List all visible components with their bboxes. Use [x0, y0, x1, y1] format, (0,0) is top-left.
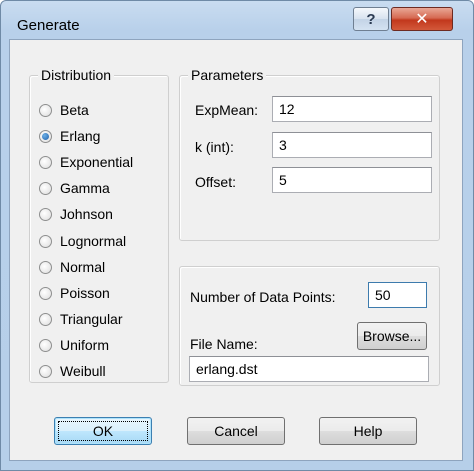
distribution-group-label: Distribution	[38, 67, 115, 83]
radio-button[interactable]	[39, 286, 52, 300]
radio-button[interactable]	[39, 234, 52, 248]
question-mark-icon: ?	[366, 10, 376, 28]
expmean-input[interactable]	[272, 96, 432, 122]
radio-erlang[interactable]: Erlang	[39, 126, 100, 146]
radio-button[interactable]	[39, 364, 52, 378]
expmean-label: ExpMean:	[195, 102, 259, 118]
radio-exponential[interactable]: Exponential	[39, 152, 133, 172]
radio-label: Gamma	[60, 180, 110, 196]
help-button-label: Help	[353, 423, 383, 439]
radio-normal[interactable]: Normal	[39, 257, 105, 277]
dialog-body: Distribution Beta Erlang Exponential Gam…	[9, 39, 463, 461]
num-data-points-label: Number of Data Points:	[190, 289, 336, 305]
file-name-label: File Name:	[190, 336, 258, 352]
focus-rectangle	[58, 421, 148, 441]
radio-triangular[interactable]: Triangular	[39, 309, 123, 329]
radio-label: Uniform	[60, 337, 110, 353]
radio-label: Erlang	[60, 128, 101, 144]
browse-button-label: Browse...	[362, 328, 422, 344]
radio-johnson[interactable]: Johnson	[39, 204, 113, 224]
radio-weibull[interactable]: Weibull	[39, 361, 106, 381]
radio-label: Lognormal	[60, 233, 127, 249]
radio-button[interactable]	[39, 312, 52, 326]
offset-input[interactable]	[272, 167, 432, 193]
generate-dialog: Generate ? ✕ Distribution Beta Erlang Ex…	[0, 0, 474, 471]
parameters-group: Parameters ExpMean: k (int): Offset:	[179, 67, 440, 241]
radio-lognormal[interactable]: Lognormal	[39, 231, 126, 251]
radio-label: Exponential	[60, 154, 134, 170]
radio-label: Weibull	[60, 363, 106, 379]
radio-button[interactable]	[39, 260, 52, 274]
close-button[interactable]: ✕	[391, 7, 453, 31]
radio-gamma[interactable]: Gamma	[39, 178, 110, 198]
radio-button[interactable]	[39, 155, 52, 169]
radio-uniform[interactable]: Uniform	[39, 335, 109, 355]
radio-label: Poisson	[60, 285, 110, 301]
parameters-group-label: Parameters	[188, 67, 267, 83]
offset-label: Offset:	[195, 174, 236, 190]
radio-button[interactable]	[39, 103, 52, 117]
title-help-button[interactable]: ?	[353, 7, 389, 31]
file-name-input[interactable]	[189, 356, 429, 382]
k-int-input[interactable]	[272, 132, 432, 158]
close-icon: ✕	[415, 11, 429, 28]
ok-button[interactable]: OK	[54, 417, 152, 445]
num-data-points-input[interactable]	[368, 282, 427, 308]
radio-label: Triangular	[60, 311, 123, 327]
radio-label: Normal	[60, 259, 106, 275]
radio-button[interactable]	[39, 181, 52, 195]
radio-button-selected[interactable]	[39, 129, 52, 143]
cancel-button[interactable]: Cancel	[187, 417, 285, 445]
output-group: Number of Data Points: File Name: Browse…	[179, 266, 440, 386]
radio-label: Johnson	[60, 206, 113, 222]
radio-button[interactable]	[39, 338, 52, 352]
radio-label: Beta	[60, 102, 89, 118]
dialog-title: Generate	[17, 17, 80, 34]
cancel-button-label: Cancel	[214, 423, 258, 439]
radio-poisson[interactable]: Poisson	[39, 283, 110, 303]
radio-beta[interactable]: Beta	[39, 100, 89, 120]
k-int-label: k (int):	[195, 139, 234, 155]
browse-button[interactable]: Browse...	[357, 322, 427, 350]
radio-button[interactable]	[39, 207, 52, 221]
distribution-group: Distribution Beta Erlang Exponential Gam…	[29, 67, 169, 383]
help-button[interactable]: Help	[319, 417, 417, 445]
